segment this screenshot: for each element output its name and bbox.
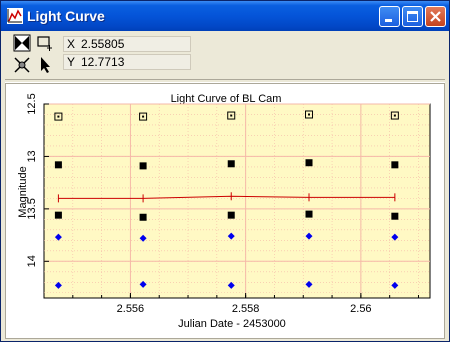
- data-point-filled-square: [305, 159, 313, 167]
- pan-button[interactable]: [13, 56, 31, 74]
- data-point-filled-square: [227, 211, 235, 219]
- data-point-filled-square: [54, 211, 62, 219]
- data-point-filled-square: [139, 162, 147, 170]
- close-button[interactable]: [425, 6, 446, 27]
- x-axis-label: Julian Date - 2453000: [178, 318, 286, 330]
- light-curve-window: Light Curve X 2.55805 Y 12.7713 Light Cu…: [0, 0, 450, 342]
- plot-background: [43, 103, 431, 299]
- y-label: Y: [67, 55, 76, 69]
- data-point-center-dot: [230, 114, 233, 117]
- pointer-button[interactable]: [37, 56, 55, 74]
- data-point-filled-square: [227, 160, 235, 168]
- minimize-button[interactable]: [379, 6, 400, 27]
- data-point-center-dot: [142, 115, 145, 118]
- data-point-center-dot: [57, 115, 60, 118]
- data-point-center-dot: [393, 114, 396, 117]
- y-value: 12.7713: [81, 55, 125, 69]
- y-coordinate-readout: Y 12.7713: [63, 54, 191, 70]
- y-tick-label: 12.5: [26, 93, 38, 114]
- maximize-icon: [407, 11, 418, 22]
- y-tick-label: 13.5: [26, 198, 38, 219]
- window-title: Light Curve: [27, 8, 105, 24]
- maximize-button[interactable]: [402, 6, 423, 27]
- data-point-filled-square: [54, 161, 62, 169]
- pan-icon: [14, 57, 30, 73]
- close-icon: [430, 11, 441, 22]
- x-tick-label: 2.558: [232, 303, 260, 315]
- title-bar[interactable]: Light Curve: [1, 1, 449, 31]
- x-value: 2.55805: [81, 37, 125, 51]
- x-tick-label: 2.556: [117, 303, 145, 315]
- x-label: X: [67, 37, 76, 51]
- zoom-box-icon: [37, 36, 52, 51]
- zoom-reset-button[interactable]: [13, 34, 31, 52]
- x-coordinate-readout: X 2.55805: [63, 36, 191, 52]
- plot-area[interactable]: Light Curve of BL Cam Julian Date - 2453…: [5, 83, 445, 339]
- data-point-filled-square: [139, 213, 147, 221]
- light-curve-chart[interactable]: Light Curve of BL Cam Julian Date - 2453…: [6, 84, 444, 338]
- y-tick-label: 13: [26, 150, 38, 162]
- data-point-filled-square: [305, 210, 313, 218]
- chart-title: Light Curve of BL Cam: [171, 93, 282, 105]
- pointer-icon: [41, 57, 50, 73]
- zoom-reset-icon: [13, 34, 31, 52]
- x-tick-label: 2.56: [350, 303, 371, 315]
- zoom-box-button[interactable]: [35, 34, 53, 52]
- toolbar: X 2.55805 Y 12.7713: [5, 32, 447, 78]
- data-point-filled-square: [391, 212, 399, 220]
- data-point-filled-square: [391, 161, 399, 169]
- y-tick-label: 14: [26, 255, 38, 267]
- data-point-center-dot: [308, 113, 311, 116]
- chart-icon: [7, 8, 23, 24]
- minimize-icon: [385, 19, 392, 22]
